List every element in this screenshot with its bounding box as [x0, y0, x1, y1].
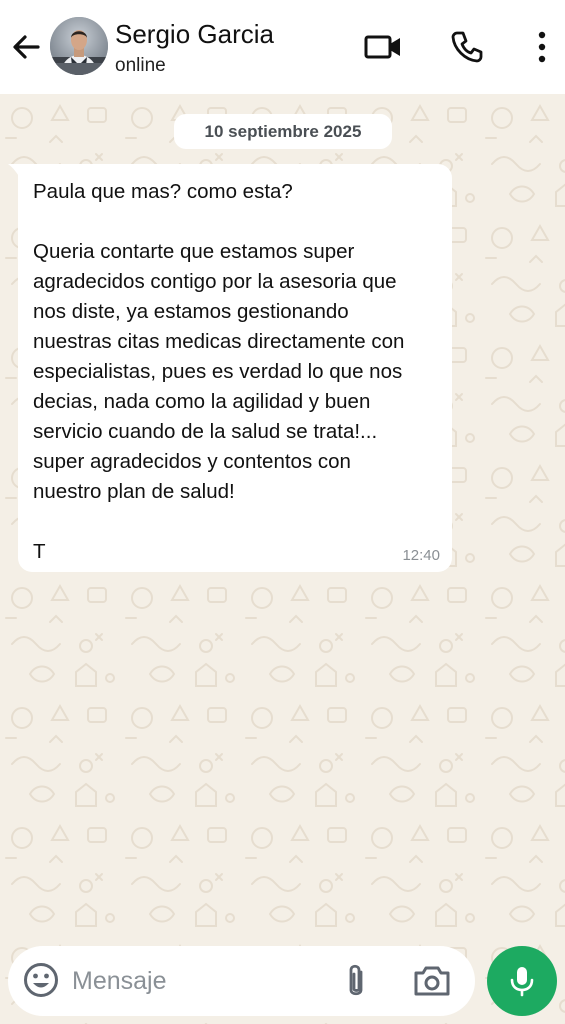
message-line: servicio cuando de la salud se trata!...	[33, 420, 378, 443]
video-call-icon	[364, 35, 400, 59]
message-line: super agradecidos y contentos con	[33, 450, 351, 473]
camera-icon	[414, 966, 450, 996]
message-line: nuestro plan de salud!	[33, 480, 235, 503]
contact-status: online	[115, 55, 166, 76]
microphone-icon	[510, 967, 534, 997]
more-options-button[interactable]	[521, 26, 563, 68]
message-line: Paula que mas? como esta?	[33, 180, 293, 203]
bubble-tail	[8, 164, 20, 178]
message-text: Paula que mas? como esta? Queria contart…	[33, 177, 438, 567]
message-line: nos diste, ya estamos gestionando	[33, 300, 349, 323]
message-line: decias, nada como la agilidad y buen	[33, 390, 371, 413]
avatar-image	[50, 17, 108, 75]
contact-info[interactable]: Sergio Garcia online	[115, 18, 274, 79]
chat-area[interactable]: 10 septiembre 2025 Paula que mas? como e…	[0, 94, 565, 1024]
paperclip-icon	[349, 964, 363, 996]
camera-button[interactable]	[411, 963, 453, 999]
message-input[interactable]	[72, 960, 322, 1002]
date-separator: 10 septiembre 2025	[174, 114, 392, 149]
video-call-button[interactable]	[362, 26, 404, 68]
arrow-left-icon	[13, 35, 40, 59]
voice-message-button[interactable]	[487, 946, 557, 1016]
emoji-button[interactable]	[22, 961, 60, 999]
back-button[interactable]	[8, 27, 44, 67]
message-composer	[8, 946, 475, 1016]
message-line-blank	[33, 507, 438, 537]
message-line: Queria contarte que estamos super	[33, 240, 355, 263]
message-bubble-incoming[interactable]: Paula que mas? como esta? Queria contart…	[8, 164, 452, 572]
phone-icon	[451, 31, 483, 63]
emoji-icon	[24, 963, 58, 997]
message-timestamp: 12:40	[402, 547, 440, 564]
contact-name: Sergio Garcia	[115, 19, 274, 49]
attach-button[interactable]	[341, 962, 371, 1002]
avatar[interactable]	[50, 17, 108, 75]
more-vertical-icon	[538, 31, 546, 63]
message-line-blank	[33, 207, 438, 237]
chat-header: Sergio Garcia online	[0, 0, 565, 94]
message-line: nuestras citas medicas directamente con	[33, 330, 405, 353]
message-line: especialistas, pues es verdad lo que nos	[33, 360, 403, 383]
voice-call-button[interactable]	[446, 26, 488, 68]
message-line: agradecidos contigo por la asesoria que	[33, 270, 397, 293]
message-line: T	[33, 540, 46, 563]
